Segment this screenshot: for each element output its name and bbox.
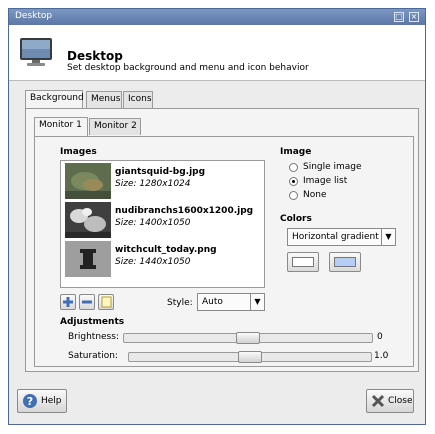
brightness-value: 0 — [377, 332, 383, 342]
tab-monitor-2-label: Monitor 2 — [94, 121, 137, 131]
color-swatch — [334, 257, 356, 267]
clear-list-button[interactable] — [98, 294, 114, 310]
color-swatch — [292, 257, 314, 267]
chevron-down-icon: ▼ — [250, 294, 264, 310]
style-select[interactable]: Auto ▼ — [197, 293, 265, 311]
images-label: Images — [60, 147, 97, 157]
tab-monitor-2[interactable]: Monitor 2 — [89, 118, 141, 135]
tab-background[interactable]: Background — [25, 90, 84, 109]
background-panel: Monitor 1 Monitor 2 Images giantsquid-bg… — [25, 108, 419, 372]
window-title: Desktop — [15, 11, 53, 21]
list-item[interactable]: nudibranchs1600x1200.jpg Size: 1400x1050 — [63, 200, 262, 238]
close-button[interactable]: Close — [366, 389, 414, 413]
image-thumbnail — [65, 163, 111, 199]
radio-dot — [289, 191, 298, 200]
colors-label: Colors — [280, 214, 312, 224]
radio-dot — [289, 163, 298, 172]
radio-label: Image list — [303, 176, 348, 186]
saturation-value: 1.0 — [374, 351, 389, 361]
saturation-slider[interactable] — [128, 351, 372, 363]
chevron-down-icon: ▼ — [381, 229, 395, 245]
radio-dot-selected — [289, 177, 298, 186]
image-size: Size: 1400x1050 — [115, 218, 191, 228]
slider-handle[interactable] — [238, 351, 262, 363]
style-value: Auto — [202, 297, 223, 307]
monitor-1-panel: Images giantsquid-bg.jpg Size: 1280x1024 — [34, 136, 414, 367]
image-thumbnail — [65, 202, 111, 238]
dialog-header: Desktop Set desktop background and menu … — [9, 25, 425, 81]
help-label: Help — [41, 396, 62, 406]
radio-label: None — [303, 190, 327, 200]
radio-label: Single image — [303, 162, 362, 172]
image-name: giantsquid-bg.jpg — [115, 167, 206, 177]
image-size: Size: 1440x1050 — [115, 257, 191, 267]
color-mode-select[interactable]: Horizontal gradient ▼ — [287, 228, 396, 246]
image-mode-label: Image — [280, 147, 312, 157]
header-title: Desktop — [67, 49, 123, 63]
help-button[interactable]: ? Help — [17, 389, 67, 413]
help-icon: ? — [23, 394, 37, 408]
add-image-button[interactable] — [60, 294, 76, 310]
brightness-slider[interactable] — [123, 332, 373, 344]
tab-menus[interactable]: Menus — [86, 91, 122, 108]
slider-handle[interactable] — [236, 332, 260, 344]
image-list[interactable]: giantsquid-bg.jpg Size: 1280x1024 nudibr… — [60, 160, 265, 288]
image-thumbnail — [65, 241, 111, 277]
list-item[interactable]: giantsquid-bg.jpg Size: 1280x1024 — [63, 161, 262, 199]
image-name: witchcult_today.png — [115, 245, 217, 255]
svg-text:?: ? — [27, 395, 33, 408]
desktop-monitor-icon — [20, 38, 52, 66]
restore-icon[interactable]: □ — [394, 12, 404, 22]
desktop-settings-window: Desktop □ × Desktop Set desktop backgrou… — [8, 8, 426, 425]
tab-monitor-1[interactable]: Monitor 1 — [34, 117, 88, 136]
style-label: Style: — [167, 298, 193, 308]
add-icon — [63, 297, 73, 307]
tab-menus-label: Menus — [91, 94, 121, 104]
image-size: Size: 1280x1024 — [115, 179, 191, 189]
tab-background-label: Background — [30, 93, 84, 103]
tab-icons-label: Icons — [128, 94, 152, 104]
list-item[interactable]: witchcult_today.png Size: 1440x1050 — [63, 239, 262, 277]
title-bar[interactable]: Desktop □ × — [9, 9, 425, 25]
adjustments-label: Adjustments — [60, 317, 125, 327]
image-name: nudibranchs1600x1200.jpg — [115, 206, 254, 216]
close-icon — [371, 394, 385, 408]
saturation-label: Saturation: — [68, 351, 118, 361]
clear-list-icon — [101, 296, 112, 308]
close-label: Close — [388, 396, 413, 406]
close-icon[interactable]: × — [409, 12, 419, 22]
tab-icons[interactable]: Icons — [123, 91, 153, 108]
remove-icon — [82, 300, 92, 304]
remove-image-button[interactable] — [79, 294, 95, 310]
tab-monitor-1-label: Monitor 1 — [39, 120, 82, 130]
brightness-label: Brightness: — [68, 332, 119, 342]
header-subtitle: Set desktop background and menu and icon… — [67, 63, 309, 73]
color-mode-value: Horizontal gradient — [292, 232, 379, 242]
color-1-button[interactable] — [287, 252, 319, 272]
color-2-button[interactable] — [329, 252, 361, 272]
